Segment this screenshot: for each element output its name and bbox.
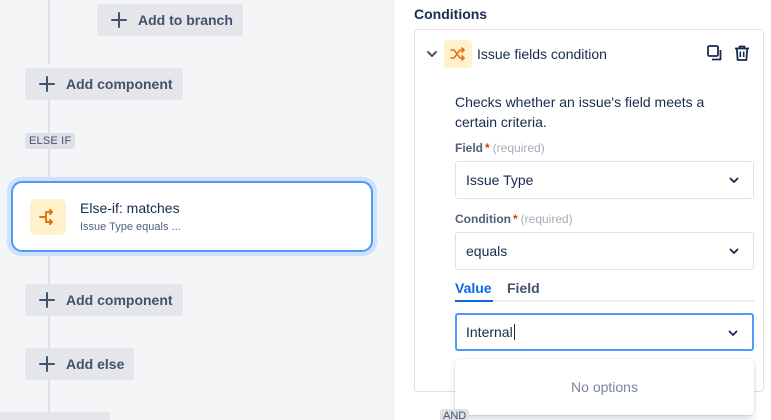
partial-button[interactable]: [0, 412, 110, 420]
field-select-value: Issue Type: [466, 172, 534, 188]
field-label: Field * (required): [455, 141, 545, 155]
no-options-message: No options: [571, 379, 638, 395]
required-marker: *: [485, 141, 490, 155]
field-label-text: Field: [455, 141, 484, 155]
value-input-text: Internal: [466, 324, 513, 340]
trash-icon[interactable]: [733, 44, 751, 62]
text-cursor: [513, 324, 515, 340]
add-component-label: Add component: [66, 292, 173, 308]
rule-canvas: Add to branch Add component ELSE IF Else…: [0, 0, 393, 420]
flow-connector: [48, 316, 50, 348]
chevron-down-icon: [729, 248, 739, 254]
condition-label: Condition * (required): [455, 212, 573, 226]
collapse-chevron-icon[interactable]: [425, 46, 439, 62]
plus-icon: [37, 290, 57, 310]
add-else-label: Add else: [66, 356, 125, 372]
add-else-button[interactable]: Add else: [25, 348, 135, 380]
add-component-button[interactable]: Add component: [25, 284, 183, 316]
flow-connector: [48, 252, 50, 284]
add-to-branch-button[interactable]: Add to branch: [97, 4, 243, 36]
condition-select[interactable]: equals: [455, 232, 754, 270]
else-if-lozenge: ELSE IF: [25, 133, 76, 149]
panel-divider: [393, 0, 394, 420]
plus-icon: [37, 354, 57, 374]
condition-title: Issue fields condition: [477, 46, 607, 62]
tab-value[interactable]: Value: [455, 280, 492, 296]
value-input[interactable]: Internal: [455, 313, 754, 351]
plus-icon: [109, 10, 129, 30]
conditions-heading: Conditions: [414, 6, 488, 22]
required-text: (required): [520, 212, 573, 226]
branch-icon: [30, 198, 66, 235]
value-field-tabs: Value Field: [455, 278, 754, 302]
options-dropdown: No options: [455, 359, 754, 415]
plus-icon: [37, 74, 57, 94]
required-marker: *: [512, 212, 518, 226]
active-tab-indicator: [455, 300, 493, 302]
flow-connector: [48, 100, 50, 133]
add-to-branch-label: Add to branch: [138, 12, 233, 28]
condition-description: Checks whether an issue's field meets a …: [455, 94, 705, 130]
required-text: (required): [492, 141, 545, 155]
field-select[interactable]: Issue Type: [455, 161, 754, 199]
chevron-down-icon: [729, 177, 739, 183]
chevron-down-icon: [728, 330, 738, 336]
add-component-button[interactable]: Add component: [25, 68, 183, 100]
card-subtitle: Issue Type equals ...: [80, 221, 181, 233]
card-text: Else-if: matches Issue Type equals ...: [80, 200, 181, 233]
card-title: Else-if: matches: [80, 200, 180, 216]
condition-label-text: Condition: [455, 212, 511, 226]
copy-icon[interactable]: [706, 44, 724, 62]
tab-field[interactable]: Field: [507, 280, 540, 296]
and-lozenge: AND: [440, 409, 470, 420]
shuffle-icon: [444, 40, 472, 68]
condition-select-value: equals: [466, 243, 508, 259]
add-component-label: Add component: [66, 76, 173, 92]
flow-connector: [48, 0, 50, 64]
else-if-component-card[interactable]: Else-if: matches Issue Type equals ...: [11, 181, 373, 252]
